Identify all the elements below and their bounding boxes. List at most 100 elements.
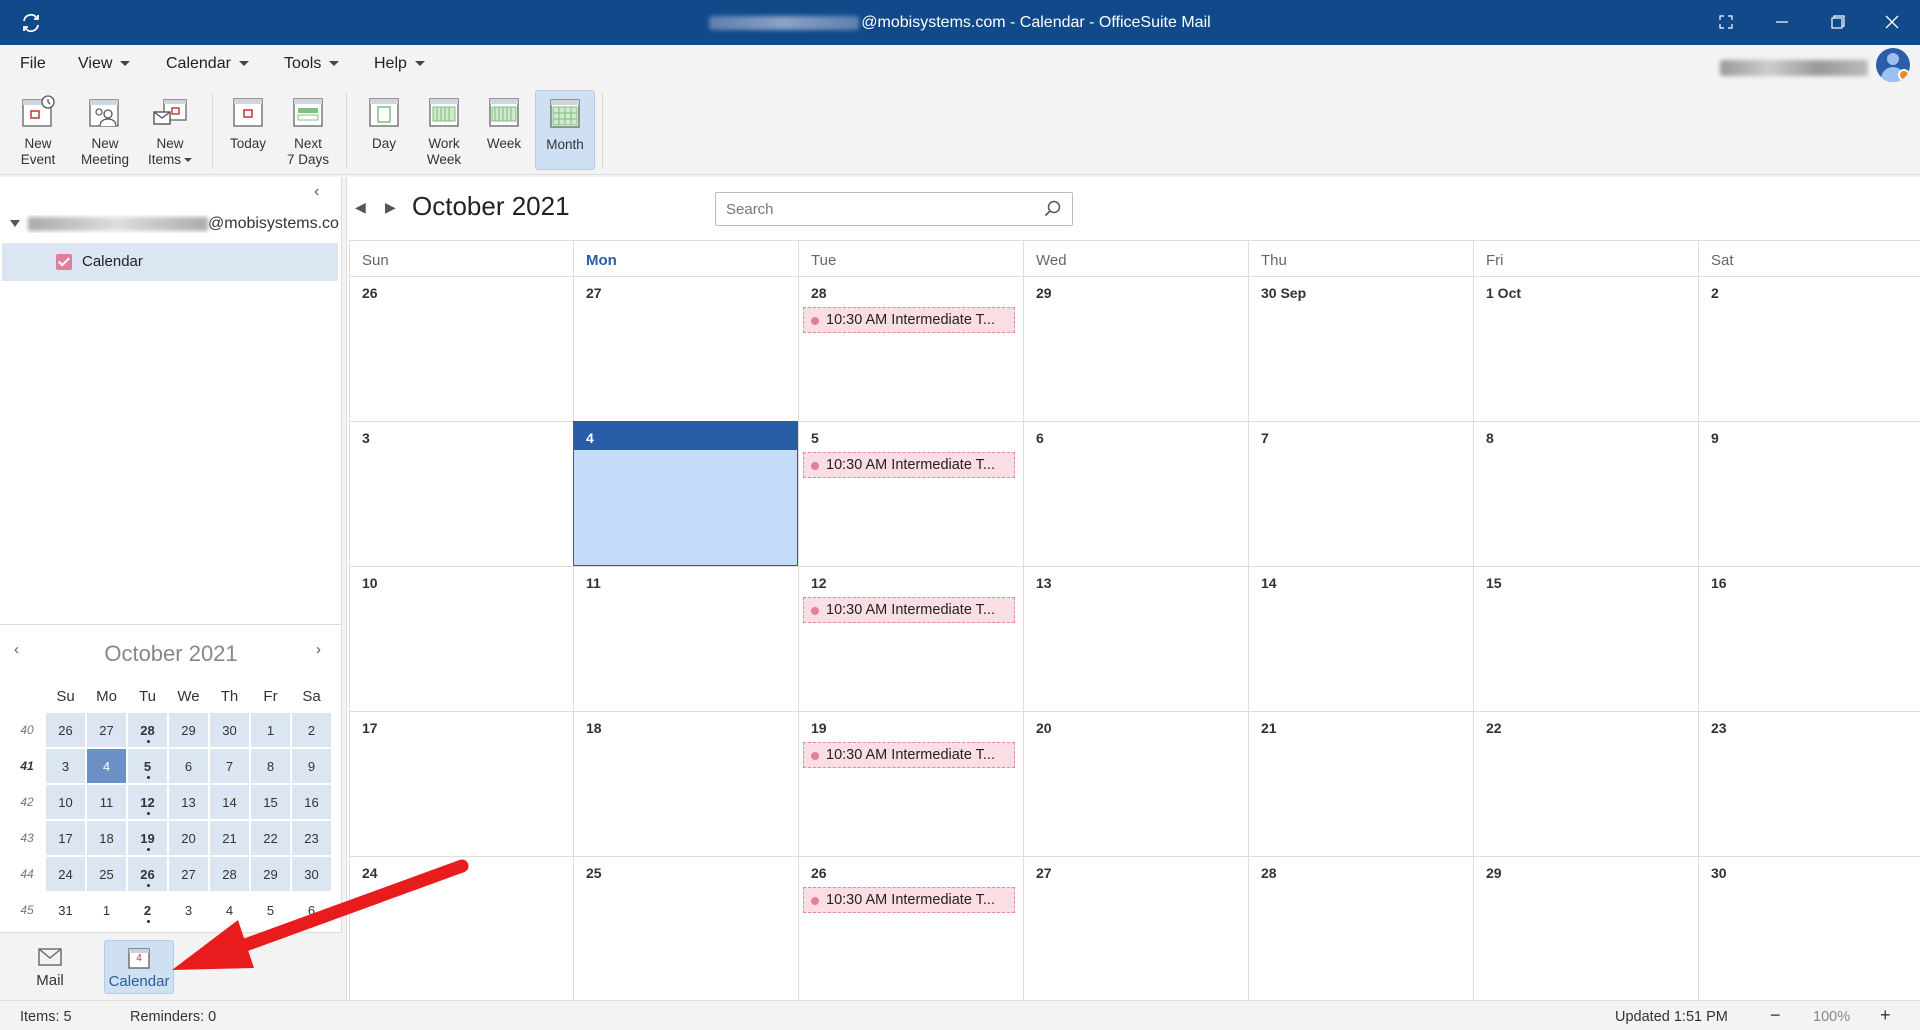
mail-module-button[interactable]: Mail <box>15 940 85 994</box>
mini-day[interactable]: 2 <box>292 713 331 747</box>
search-input[interactable] <box>716 193 1036 225</box>
day-cell[interactable]: 23 <box>1698 711 1920 856</box>
day-cell[interactable]: 12 10:30 AM Intermediate T... <box>798 566 1023 711</box>
mini-day[interactable]: 9 <box>292 749 331 783</box>
day-cell[interactable]: 7 <box>1248 421 1473 566</box>
collapse-pane-icon[interactable]: ‹ <box>314 183 319 201</box>
menu-calendar[interactable]: Calendar <box>166 55 249 73</box>
today-button[interactable]: Today <box>218 90 278 170</box>
menu-file[interactable]: File <box>20 55 46 73</box>
search-icon[interactable] <box>1044 200 1062 218</box>
mini-next-month-icon[interactable]: › <box>316 641 321 658</box>
day-cell[interactable]: 27 <box>573 276 798 421</box>
day-cell[interactable]: 6 <box>1023 421 1248 566</box>
mini-day-selected[interactable]: 4 <box>87 749 126 783</box>
day-view-button[interactable]: Day <box>354 90 414 170</box>
mini-day[interactable]: 27 <box>169 857 208 891</box>
calendar-event[interactable]: 10:30 AM Intermediate T... <box>803 742 1015 768</box>
next-7-days-button[interactable]: Next 7 Days <box>278 90 338 170</box>
expand-icon[interactable] <box>10 220 20 228</box>
mini-day[interactable]: 28 <box>128 713 167 747</box>
day-cell[interactable]: 2 <box>1698 276 1920 421</box>
mini-day[interactable]: 6 <box>292 893 331 927</box>
mini-day[interactable]: 1 <box>251 713 290 747</box>
mini-day[interactable]: 5 <box>128 749 167 783</box>
day-cell[interactable]: 16 <box>1698 566 1920 711</box>
mini-day[interactable]: 29 <box>251 857 290 891</box>
day-cell[interactable]: 15 <box>1473 566 1698 711</box>
mini-day[interactable]: 10 <box>46 785 85 819</box>
day-cell[interactable]: 24 <box>349 856 573 1001</box>
menu-tools[interactable]: Tools <box>284 55 340 73</box>
new-items-button[interactable]: New Items <box>140 90 200 170</box>
zoom-out-button[interactable]: − <box>1770 1005 1781 1026</box>
month-view-button[interactable]: Month <box>535 90 595 170</box>
mini-day[interactable]: 30 <box>292 857 331 891</box>
day-cell[interactable]: 18 <box>573 711 798 856</box>
mini-day[interactable]: 3 <box>169 893 208 927</box>
next-month-icon[interactable]: ▶ <box>385 199 396 216</box>
day-cell[interactable]: 26 <box>349 276 573 421</box>
day-cell[interactable]: 19 10:30 AM Intermediate T... <box>798 711 1023 856</box>
mini-day[interactable]: 5 <box>251 893 290 927</box>
calendar-event[interactable]: 10:30 AM Intermediate T... <box>803 307 1015 333</box>
menu-help[interactable]: Help <box>374 55 425 73</box>
day-cell[interactable]: 22 <box>1473 711 1698 856</box>
mini-day[interactable]: 18 <box>87 821 126 855</box>
mini-day[interactable]: 4 <box>210 893 249 927</box>
day-cell[interactable]: 29 <box>1023 276 1248 421</box>
mini-day[interactable]: 26 <box>46 713 85 747</box>
day-cell[interactable]: 1 Oct <box>1473 276 1698 421</box>
close-icon[interactable] <box>1872 8 1912 36</box>
calendar-checkbox[interactable] <box>56 254 72 270</box>
mini-day[interactable]: 19 <box>128 821 167 855</box>
day-cell-selected[interactable]: 4 <box>573 421 798 566</box>
work-week-view-button[interactable]: Work Week <box>414 90 474 170</box>
avatar[interactable] <box>1876 48 1910 82</box>
calendar-event[interactable]: 10:30 AM Intermediate T... <box>803 452 1015 478</box>
mini-day[interactable]: 7 <box>210 749 249 783</box>
mini-day[interactable]: 20 <box>169 821 208 855</box>
mini-day[interactable]: 27 <box>87 713 126 747</box>
new-meeting-button[interactable]: New Meeting <box>75 90 135 170</box>
day-cell[interactable]: 20 <box>1023 711 1248 856</box>
calendar-module-button[interactable]: 4 Calendar <box>104 940 174 994</box>
new-event-button[interactable]: New Event <box>8 90 68 170</box>
mini-day[interactable]: 31 <box>46 893 85 927</box>
day-cell[interactable]: 9 <box>1698 421 1920 566</box>
day-cell[interactable]: 28 <box>1248 856 1473 1001</box>
day-cell[interactable]: 30 Sep <box>1248 276 1473 421</box>
day-cell[interactable]: 3 <box>349 421 573 566</box>
mini-day[interactable]: 3 <box>46 749 85 783</box>
day-cell[interactable]: 8 <box>1473 421 1698 566</box>
mini-day[interactable]: 15 <box>251 785 290 819</box>
mini-day[interactable]: 17 <box>46 821 85 855</box>
day-cell[interactable]: 5 10:30 AM Intermediate T... <box>798 421 1023 566</box>
calendar-event[interactable]: 10:30 AM Intermediate T... <box>803 597 1015 623</box>
mini-day[interactable]: 11 <box>87 785 126 819</box>
minimize-icon[interactable] <box>1762 8 1802 36</box>
mini-day[interactable]: 1 <box>87 893 126 927</box>
prev-month-icon[interactable]: ◀ <box>355 199 366 216</box>
mini-day[interactable]: 22 <box>251 821 290 855</box>
week-view-button[interactable]: Week <box>474 90 534 170</box>
day-cell[interactable]: 28 10:30 AM Intermediate T... <box>798 276 1023 421</box>
mini-day[interactable]: 21 <box>210 821 249 855</box>
day-cell[interactable]: 17 <box>349 711 573 856</box>
mini-day[interactable]: 26 <box>128 857 167 891</box>
mini-day[interactable]: 14 <box>210 785 249 819</box>
day-cell[interactable]: 26 10:30 AM Intermediate T... <box>798 856 1023 1001</box>
day-cell[interactable]: 13 <box>1023 566 1248 711</box>
day-cell[interactable]: 11 <box>573 566 798 711</box>
mini-day[interactable]: 30 <box>210 713 249 747</box>
fullscreen-icon[interactable] <box>1706 8 1746 36</box>
mini-day[interactable]: 6 <box>169 749 208 783</box>
mini-day[interactable]: 16 <box>292 785 331 819</box>
day-cell[interactable]: 30 <box>1698 856 1920 1001</box>
mini-day[interactable]: 25 <box>87 857 126 891</box>
mini-day[interactable]: 29 <box>169 713 208 747</box>
calendar-event[interactable]: 10:30 AM Intermediate T... <box>803 887 1015 913</box>
day-cell[interactable]: 21 <box>1248 711 1473 856</box>
mini-day[interactable]: 28 <box>210 857 249 891</box>
day-cell[interactable]: 14 <box>1248 566 1473 711</box>
